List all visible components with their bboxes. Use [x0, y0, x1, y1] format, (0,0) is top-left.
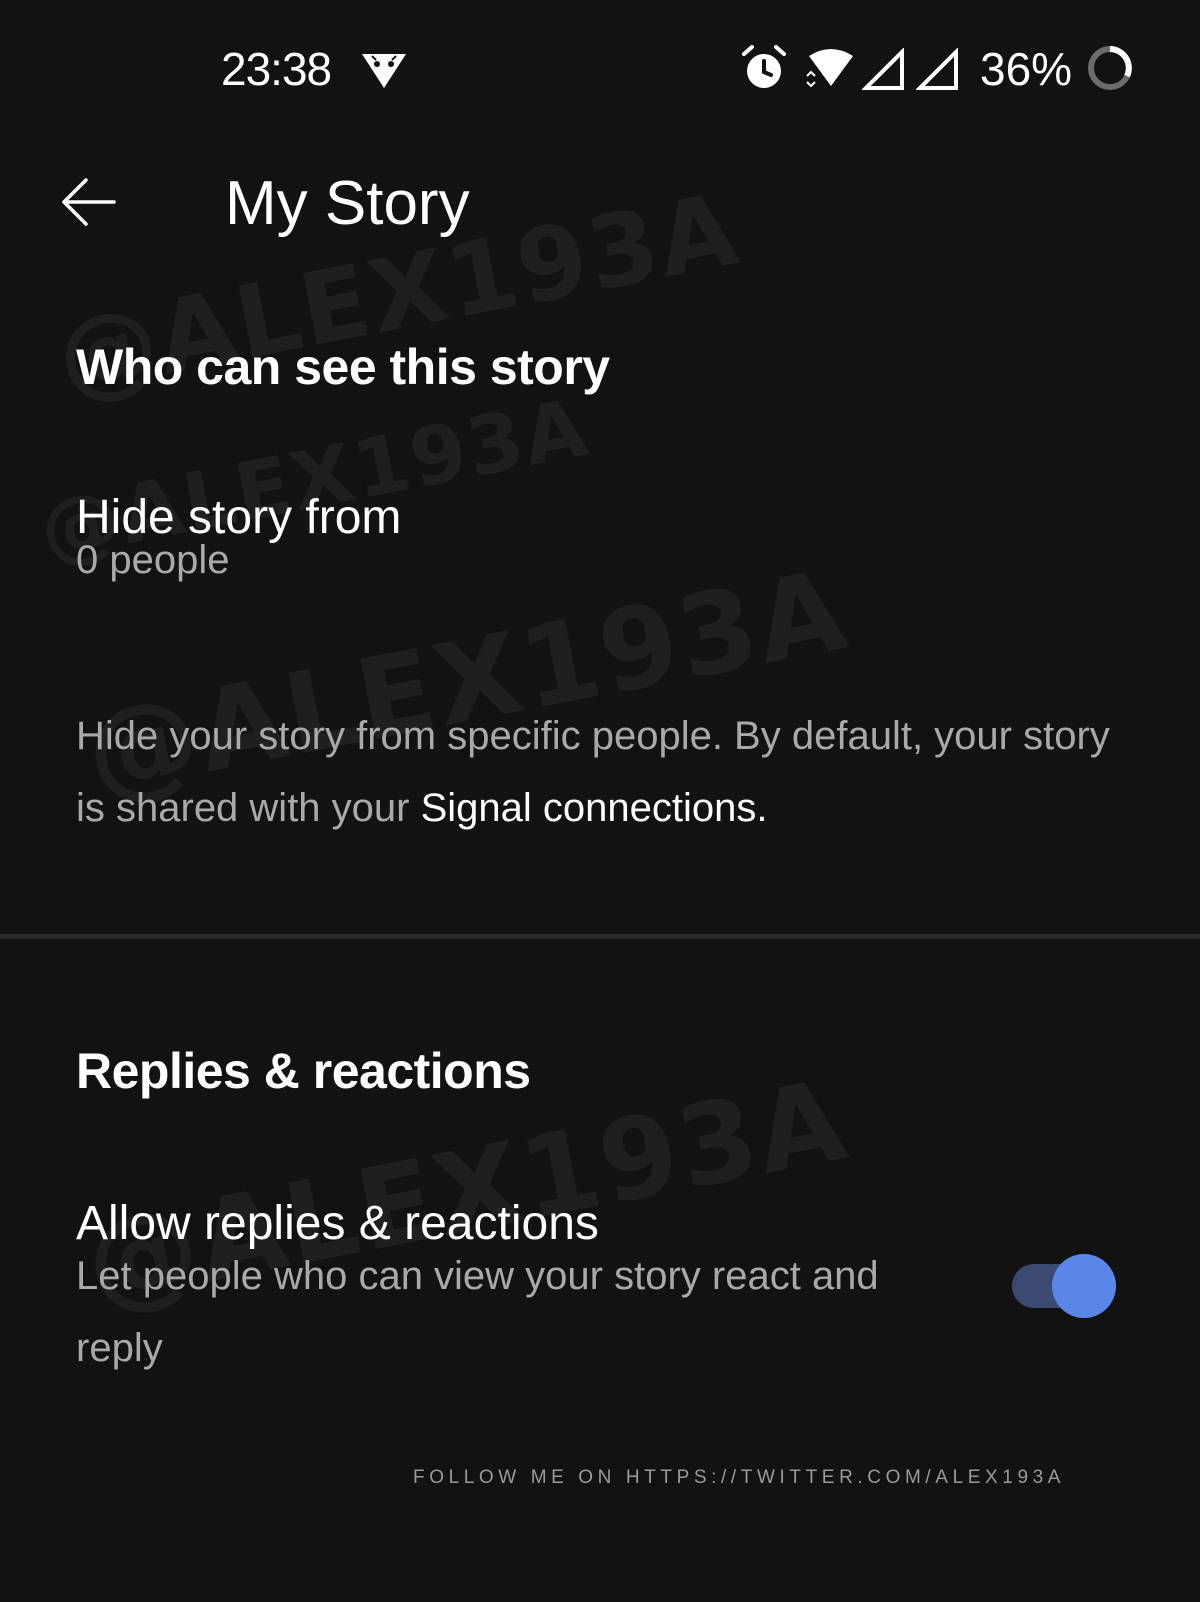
back-button[interactable]	[48, 164, 128, 244]
alarm-icon	[740, 44, 788, 92]
battery-percent: 36%	[980, 43, 1073, 95]
arrow-left-icon	[58, 172, 118, 237]
hide-story-from-item[interactable]: Hide story from 0 people	[0, 480, 1200, 620]
hide-story-from-summary: 0 people	[76, 538, 230, 582]
android-icon	[360, 50, 408, 90]
section-header-replies: Replies & reactions	[76, 1043, 531, 1099]
page-title: My Story	[225, 169, 470, 238]
wifi-icon	[805, 48, 857, 90]
battery-ring-icon	[1086, 44, 1134, 92]
status-time: 23:38	[221, 43, 332, 95]
app-toolbar: My Story	[0, 150, 1200, 260]
signal-connections-link[interactable]: Signal connections.	[421, 786, 768, 830]
status-bar: 23:38 36%	[0, 0, 1200, 135]
allow-replies-toggle[interactable]	[1012, 1254, 1116, 1318]
visibility-description: Hide your story from specific people. By…	[76, 700, 1136, 844]
footer-credit: FOLLOW ME ON HTTPS://TWITTER.COM/ALEX193…	[413, 1467, 1066, 1488]
section-divider	[0, 934, 1200, 939]
signal-icon	[915, 47, 960, 90]
toggle-thumb	[1052, 1254, 1116, 1318]
signal-icon	[861, 47, 906, 90]
allow-replies-summary: Let people who can view your story react…	[76, 1254, 879, 1370]
section-header-visibility: Who can see this story	[76, 339, 610, 395]
